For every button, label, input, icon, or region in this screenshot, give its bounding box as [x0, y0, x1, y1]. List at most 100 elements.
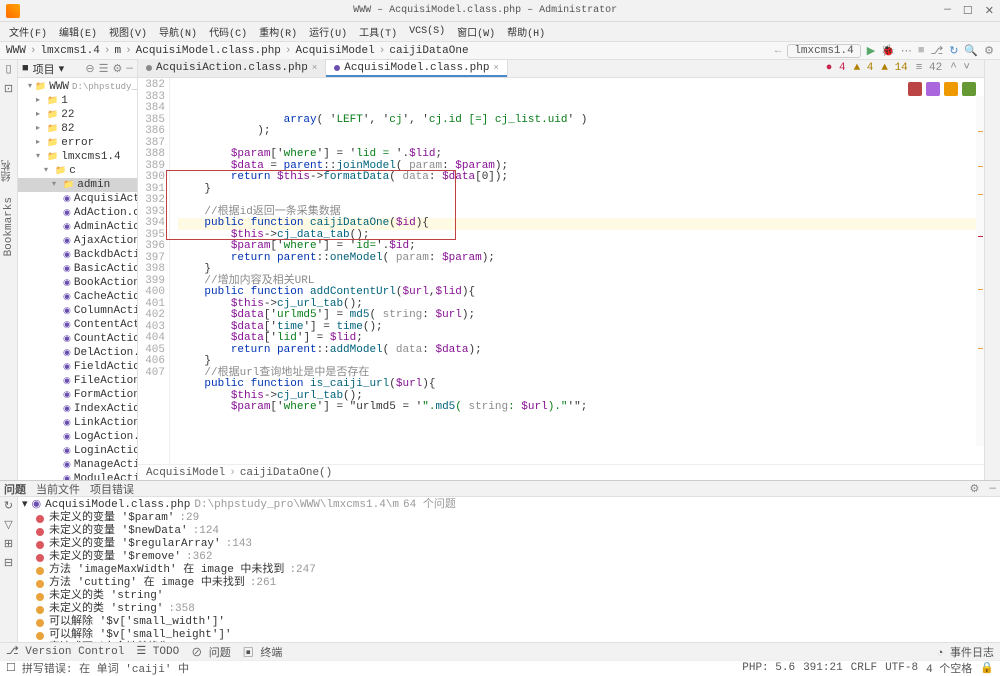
collapse-icon[interactable]: ⊟: [4, 556, 13, 570]
tree-file[interactable]: BookAction.class.php: [74, 276, 138, 290]
file-tab-active[interactable]: AcquisiModel.class.php×: [326, 59, 508, 77]
tab-problems[interactable]: 问题: [4, 481, 26, 497]
problems-file[interactable]: AcquisiModel.class.php: [45, 499, 190, 512]
menu-nav[interactable]: 导航(N): [154, 22, 202, 42]
close-tab-icon[interactable]: ×: [493, 63, 498, 73]
tree-folder[interactable]: 1: [61, 94, 68, 108]
menu-help[interactable]: 帮助(H): [502, 22, 550, 42]
sb-pos[interactable]: 391:21: [803, 662, 843, 674]
crumb[interactable]: m: [114, 45, 121, 57]
tree-file[interactable]: FieldAction.class.ph: [74, 360, 138, 374]
panel-hide-icon[interactable]: —: [989, 483, 996, 495]
problem-row[interactable]: 方法 'cutting' 在 image 中未找到 :261: [18, 577, 1000, 590]
sidebar-structure[interactable]: 结构: [0, 160, 15, 182]
settings-icon[interactable]: ⚙: [984, 44, 994, 58]
tree-file[interactable]: LogAction.class.php: [74, 430, 138, 444]
inspection-status[interactable]: ● 4 ▲ 4 ▲ 14 ≡ 42 ^ ˅: [826, 62, 970, 74]
tab-project-errors[interactable]: 项目错误: [90, 481, 134, 497]
commit-tool-icon[interactable]: ⊡: [4, 82, 13, 96]
menu-code[interactable]: 代码(C): [204, 22, 252, 42]
project-tree[interactable]: ▾📁WWW D:\phpstudy_pro\WWW ▸📁1 ▸📁22 ▸📁82 …: [18, 78, 137, 480]
tree-file[interactable]: AcquisiAction.class.ph: [74, 192, 138, 206]
tree-folder[interactable]: 22: [61, 108, 74, 122]
tree-file[interactable]: AdminAction.class.ph: [74, 220, 138, 234]
menu-file[interactable]: 文件(F): [4, 22, 52, 42]
sb-indent[interactable]: 4 个空格: [926, 660, 972, 676]
maximize-icon[interactable]: ☐: [963, 4, 973, 18]
tree-file[interactable]: FileAction.class.php: [74, 374, 138, 388]
sb-lock-icon[interactable]: 🔒: [980, 661, 994, 675]
branch-icon[interactable]: ⎇: [931, 44, 944, 58]
crumb[interactable]: AcquisiModel.class.php: [136, 45, 281, 57]
problem-row[interactable]: 未定义的类 'string' :358: [18, 603, 1000, 616]
tree-file[interactable]: LoginAction.class.ph: [74, 444, 138, 458]
tree-file[interactable]: ManageAction.class.: [74, 458, 138, 472]
problem-row[interactable]: 未定义的变量 '$param' :29: [18, 512, 1000, 525]
tree-file[interactable]: DelAction.class.php: [74, 346, 138, 360]
expand-icon[interactable]: ☰: [99, 62, 109, 76]
problems-list[interactable]: ▾◉AcquisiModel.class.php D:\phpstudy_pro…: [18, 497, 1000, 642]
crumb[interactable]: caijiDataOne: [389, 45, 468, 57]
problem-row[interactable]: 方法 'imageMaxWidth' 在 image 中未找到 :247: [18, 564, 1000, 577]
code-editor[interactable]: array( 'LEFT', 'cj', 'cj.id [=] cj_list.…: [170, 78, 984, 464]
sb-problems[interactable]: ⊘ 问题: [191, 644, 231, 660]
tree-folder[interactable]: lmxcms1.4: [61, 150, 120, 164]
nav-back-icon[interactable]: ←: [775, 45, 782, 57]
sb-php[interactable]: PHP: 5.6: [742, 662, 795, 674]
refresh-icon[interactable]: ↻: [4, 499, 13, 513]
sb-events[interactable]: ◔ 事件日志: [937, 644, 994, 660]
tree-file[interactable]: BackdbAction.class.p: [74, 248, 138, 262]
crumb[interactable]: lmxcms1.4: [40, 45, 99, 57]
tree-file[interactable]: CacheAction.class.ph: [74, 290, 138, 304]
editor-breadcrumb[interactable]: AcquisiModel›caijiDataOne(): [138, 464, 984, 480]
tree-folder[interactable]: 82: [61, 122, 74, 136]
problem-row[interactable]: 可以解除 '$v['small_height']': [18, 629, 1000, 642]
tree-file[interactable]: ModuleAction.class.p: [74, 472, 138, 480]
tree-file[interactable]: AdAction.class.php: [74, 206, 138, 220]
tree-file[interactable]: FormAction.class.ph: [74, 388, 138, 402]
tree-file[interactable]: AjaxAction.class.php: [74, 234, 138, 248]
sb-vcs[interactable]: ⎇ Version Control: [6, 644, 124, 660]
menu-refactor[interactable]: 重构(R): [254, 22, 302, 42]
settings-icon[interactable]: ⚙: [113, 62, 123, 76]
error-stripe[interactable]: [976, 96, 984, 446]
close-tab-icon[interactable]: ×: [312, 63, 317, 73]
menu-tools[interactable]: 工具(T): [354, 22, 402, 42]
collapse-icon[interactable]: ⊖: [85, 62, 94, 76]
panel-settings-icon[interactable]: ⚙: [970, 482, 980, 496]
more-run-icon[interactable]: ⋯: [901, 44, 912, 58]
debug-icon[interactable]: 🐞: [881, 44, 895, 58]
close-icon[interactable]: ✕: [985, 4, 994, 18]
menu-edit[interactable]: 编辑(E): [54, 22, 102, 42]
tree-file[interactable]: ColumnAction.class.p: [74, 304, 138, 318]
file-tab[interactable]: AcquisiAction.class.php×: [138, 59, 326, 77]
project-tool-icon[interactable]: ▯: [5, 62, 11, 76]
tree-file[interactable]: ContentAction.class.p: [74, 318, 138, 332]
tree-folder[interactable]: c: [69, 164, 76, 178]
problem-row[interactable]: 未定义的变量 '$remove' :362: [18, 551, 1000, 564]
project-dropdown-icon[interactable]: ▾: [59, 62, 65, 76]
menu-window[interactable]: 窗口(W): [452, 22, 500, 42]
problem-row[interactable]: 可以解除 '$v['small_width']': [18, 616, 1000, 629]
crumb[interactable]: AcquisiModel: [296, 45, 375, 57]
run-icon[interactable]: ▶: [867, 44, 875, 58]
stop-icon[interactable]: ■: [918, 45, 925, 57]
problem-row[interactable]: 未定义的变量 '$regularArray' :143: [18, 538, 1000, 551]
problem-row[interactable]: 未定义的类 'string': [18, 590, 1000, 603]
tree-folder[interactable]: error: [61, 136, 94, 150]
hide-icon[interactable]: —: [126, 63, 133, 75]
sb-todo[interactable]: ☰ TODO: [136, 644, 179, 660]
sb-eol[interactable]: CRLF: [851, 662, 877, 674]
problem-row[interactable]: 未定义的变量 '$newData' :124: [18, 525, 1000, 538]
menu-vcs[interactable]: VCS(S): [404, 24, 450, 39]
sb-enc[interactable]: UTF-8: [885, 662, 918, 674]
search-icon[interactable]: 🔍: [964, 44, 978, 58]
run-config[interactable]: lmxcms1.4: [787, 44, 860, 58]
tree-file[interactable]: LinkAction.class.php: [74, 416, 138, 430]
menu-view[interactable]: 视图(V): [104, 22, 152, 42]
sidebar-bookmarks[interactable]: Bookmarks: [0, 197, 15, 256]
tree-file[interactable]: IndexAction.class.ph: [74, 402, 138, 416]
filter-icon[interactable]: ▽: [4, 518, 12, 532]
tree-file[interactable]: CountAction.class.ph: [74, 332, 138, 346]
expand-icon[interactable]: ⊞: [4, 537, 13, 551]
